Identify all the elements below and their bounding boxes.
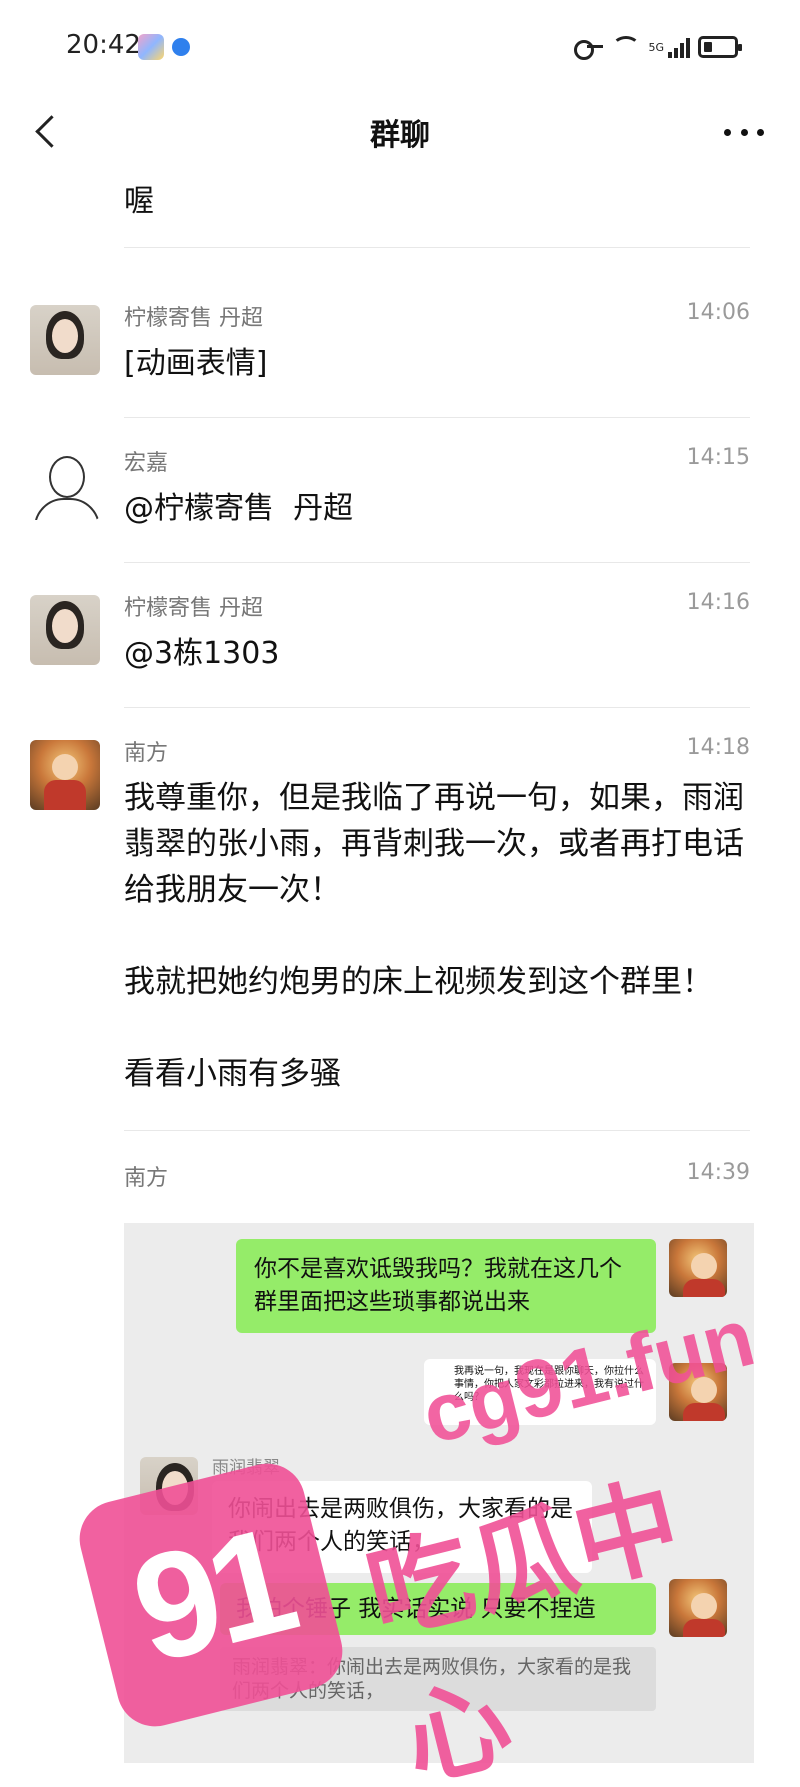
message-divider <box>124 247 750 248</box>
screenshot-avatar <box>669 1363 727 1421</box>
screenshot-bubble: 我怕个锤子 我实话实说 只要不捏造 <box>220 1583 656 1635</box>
more-icon[interactable] <box>724 126 764 138</box>
message-divider <box>124 1130 750 1131</box>
message-text: 我尊重你，但是我临了再说一句，如果，雨润翡翠的张小雨，再背刺我一次，或者再打电话… <box>124 780 744 1092</box>
message-divider <box>124 417 750 418</box>
status-bar: 20:42 5G <box>0 0 800 90</box>
message-time: 14:16 <box>686 590 750 615</box>
sender-name: 柠檬寄售 丹超 <box>124 306 263 331</box>
sender-name: 南方 <box>124 741 169 766</box>
sender-name: 宏嘉 <box>124 451 169 476</box>
screenshot-avatar <box>669 1239 727 1297</box>
page-title: 群聊 <box>370 118 430 153</box>
message-time: 14:39 <box>686 1160 750 1185</box>
screenshot-avatar <box>140 1457 198 1515</box>
status-icons: 5G <box>574 32 742 62</box>
status-time: 20:42 <box>66 30 141 60</box>
screenshot-quote: 雨润翡翠：你闹出去是两败俱伤，大家看的是我们两个人的笑话， <box>220 1647 656 1711</box>
screenshot-sender: 雨润翡翠 <box>212 1458 280 1478</box>
chat-screenshot-image[interactable]: 你不是喜欢诋毁我吗？我就在这几个群里面把这些琐事都说出来 我再说一句，我现在是跟… <box>124 1223 754 1763</box>
sender-name: 柠檬寄售 丹超 <box>124 596 263 621</box>
avatar[interactable] <box>30 450 100 520</box>
message-divider <box>124 562 750 563</box>
screenshot-avatar <box>669 1579 727 1637</box>
network-label: 5G <box>648 40 664 54</box>
avatar[interactable] <box>30 740 100 810</box>
battery-icon <box>698 36 742 58</box>
screenshot-bubble: 你闹出去是两败俱伤，大家看的是我们两个人的笑话， <box>212 1481 592 1573</box>
screenshot-bubble: 你不是喜欢诋毁我吗？我就在这几个群里面把这些琐事都说出来 <box>236 1239 656 1333</box>
message-text: [动画表情] <box>124 346 268 381</box>
signal-icon <box>668 36 690 58</box>
avatar[interactable] <box>30 595 100 665</box>
message-divider <box>124 707 750 708</box>
message-text: 喔 <box>124 184 154 219</box>
screenshot-small-bubble: 我再说一句，我现在是跟你聊天，你拉什么事情，你把人家文彩都拉进来，我有说过什么吗… <box>424 1359 656 1425</box>
key-icon <box>574 40 604 60</box>
message-time: 14:18 <box>686 735 750 760</box>
message-time: 14:15 <box>686 445 750 470</box>
nav-bar: 群聊 <box>0 90 800 176</box>
message-text: @3栋1303 <box>124 636 280 671</box>
avatar[interactable] <box>30 305 100 375</box>
message-time: 14:06 <box>686 300 750 325</box>
message-text: @柠檬寄售 丹超 <box>124 491 354 526</box>
sender-name: 南方 <box>124 1166 169 1191</box>
app-dot-icon <box>172 38 190 56</box>
app-notification-icon <box>138 34 164 60</box>
wifi-icon <box>612 36 641 58</box>
